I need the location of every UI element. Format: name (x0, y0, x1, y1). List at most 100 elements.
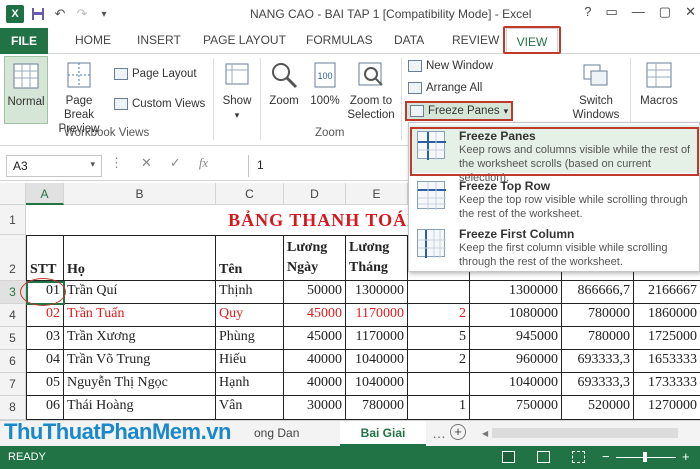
cell-g[interactable]: 2 (408, 304, 470, 327)
more-sheets-icon[interactable]: … (432, 425, 446, 441)
menu-item-freeze-top-row[interactable]: Freeze Top Row Keep the top row visible … (409, 175, 700, 223)
select-all-corner[interactable] (0, 183, 26, 205)
normal-view-status-icon[interactable] (502, 451, 515, 463)
header-ho[interactable]: Họ (64, 235, 216, 281)
cell-thang[interactable]: 1040000 (346, 373, 408, 396)
row-header-7[interactable]: 7 (0, 373, 26, 396)
zoom-in-icon[interactable]: + (682, 449, 690, 464)
add-sheet-icon[interactable]: + (450, 424, 466, 440)
ribbon-display-button[interactable]: ▭ (606, 4, 618, 20)
header-luong-thang[interactable]: Lương Tháng (346, 235, 408, 281)
header-stt[interactable]: STT (26, 235, 64, 281)
tab-data[interactable]: DATA (394, 33, 424, 47)
cell-ten[interactable]: Hạnh (216, 373, 284, 396)
cell-stt[interactable]: 03 (26, 327, 64, 350)
menu-item-freeze-first-column[interactable]: Freeze First Column Keep the first colum… (409, 223, 700, 271)
minimize-button[interactable]: — (632, 4, 645, 20)
insert-function-icon[interactable]: fx (199, 155, 208, 171)
col-header-e[interactable]: E (346, 183, 408, 205)
cell-i[interactable]: 780000 (562, 304, 634, 327)
cell-j[interactable]: 2166667 (634, 281, 700, 304)
cell-h[interactable]: 945000 (470, 327, 562, 350)
row-header-2[interactable]: 2 (0, 235, 26, 281)
scrollbar-thumb[interactable] (492, 428, 678, 438)
cell-ngay[interactable]: 30000 (284, 396, 346, 420)
page-break-status-icon[interactable] (572, 451, 585, 463)
cell-ngay[interactable]: 40000 (284, 373, 346, 396)
custom-views-button[interactable]: Custom Views (114, 98, 205, 110)
scroll-left-icon[interactable]: ◀ (482, 429, 488, 438)
cell-ho[interactable]: Trần Xương (64, 327, 216, 350)
cell-j[interactable]: 1270000 (634, 396, 700, 420)
cell-ho[interactable]: Trần Quí (64, 281, 216, 304)
sheet-tab-huong-dan[interactable]: ong Dan (254, 426, 299, 440)
cell-i[interactable]: 693333,3 (562, 350, 634, 373)
macros-button[interactable]: Macros (636, 60, 682, 108)
cell-g[interactable]: 2 (408, 350, 470, 373)
row-header-1[interactable]: 1 (0, 205, 26, 235)
cell-g[interactable]: 5 (408, 327, 470, 350)
new-window-button[interactable]: New Window (408, 60, 493, 72)
tab-formulas[interactable]: FORMULAS (306, 33, 373, 47)
cell-ho[interactable]: Trần Võ Trung (64, 350, 216, 373)
tab-review[interactable]: REVIEW (452, 33, 499, 47)
customize-qat-icon[interactable]: ▾ (96, 6, 112, 22)
col-header-c[interactable]: C (216, 183, 284, 205)
cell-ten[interactable]: Vân (216, 396, 284, 420)
freeze-panes-button[interactable]: Freeze Panes ▾ (405, 101, 514, 121)
col-header-d[interactable]: D (284, 183, 346, 205)
switch-windows-button[interactable]: Switch Windows (568, 60, 624, 122)
row-header-4[interactable]: 4 (0, 304, 26, 327)
redo-icon[interactable]: ↷ (74, 6, 90, 22)
page-break-preview-button[interactable]: Page Break Preview (50, 60, 108, 136)
save-icon[interactable] (30, 6, 46, 22)
cell-thang[interactable]: 1170000 (346, 304, 408, 327)
undo-icon[interactable]: ↶ (52, 6, 68, 22)
maximize-button[interactable]: ▢ (659, 4, 671, 20)
cell-ngay[interactable]: 40000 (284, 350, 346, 373)
name-box[interactable]: A3 ▾ (6, 155, 102, 177)
zoom-out-icon[interactable]: − (602, 449, 610, 464)
header-ten[interactable]: Tên (216, 235, 284, 281)
enter-icon[interactable]: ✓ (170, 155, 181, 171)
header-luong-ngay[interactable]: Lương Ngày (284, 235, 346, 281)
cell-ho[interactable]: Thái Hoàng (64, 396, 216, 420)
tab-page-layout[interactable]: PAGE LAYOUT (203, 33, 286, 47)
cell-i[interactable]: 866666,7 (562, 281, 634, 304)
cancel-icon[interactable]: ✕ (141, 155, 152, 171)
cell-i[interactable]: 780000 (562, 327, 634, 350)
help-button[interactable]: ? (584, 4, 591, 20)
cell-stt[interactable]: 05 (26, 373, 64, 396)
cell-thang[interactable]: 1300000 (346, 281, 408, 304)
cell-thang[interactable]: 1040000 (346, 350, 408, 373)
cell-j[interactable]: 1725000 (634, 327, 700, 350)
cell-j[interactable]: 1733333 (634, 373, 700, 396)
cell-h[interactable]: 1300000 (470, 281, 562, 304)
show-button[interactable]: Show ▾ (219, 60, 255, 122)
cell-h[interactable]: 1080000 (470, 304, 562, 327)
cell-h[interactable]: 1040000 (470, 373, 562, 396)
cell-stt[interactable]: 06 (26, 396, 64, 420)
row-header-8[interactable]: 8 (0, 396, 26, 420)
cell-g[interactable]: 1 (408, 396, 470, 420)
cell-i[interactable]: 693333,3 (562, 373, 634, 396)
cell-thang[interactable]: 780000 (346, 396, 408, 420)
cell-ho[interactable]: Trần Tuấn (64, 304, 216, 327)
cell-g[interactable] (408, 281, 470, 304)
cell-j[interactable]: 1653333 (634, 350, 700, 373)
cell-thang[interactable]: 1170000 (346, 327, 408, 350)
row-header-6[interactable]: 6 (0, 350, 26, 373)
zoom-button[interactable]: Zoom (264, 60, 304, 108)
zoom-slider-handle[interactable] (643, 452, 647, 462)
cell-ten[interactable]: Hiếu (216, 350, 284, 373)
normal-view-button[interactable]: Normal (4, 56, 48, 124)
row-header-5[interactable]: 5 (0, 327, 26, 350)
page-layout-button[interactable]: Page Layout (114, 68, 197, 80)
cell-g[interactable] (408, 373, 470, 396)
sheet-tab-bai-giai[interactable]: Bai Giai (340, 421, 426, 446)
cell-ngay[interactable]: 50000 (284, 281, 346, 304)
tab-home[interactable]: HOME (75, 33, 111, 47)
cell-i[interactable]: 520000 (562, 396, 634, 420)
cell-ho[interactable]: Nguyễn Thị Ngọc (64, 373, 216, 396)
cell-h[interactable]: 750000 (470, 396, 562, 420)
